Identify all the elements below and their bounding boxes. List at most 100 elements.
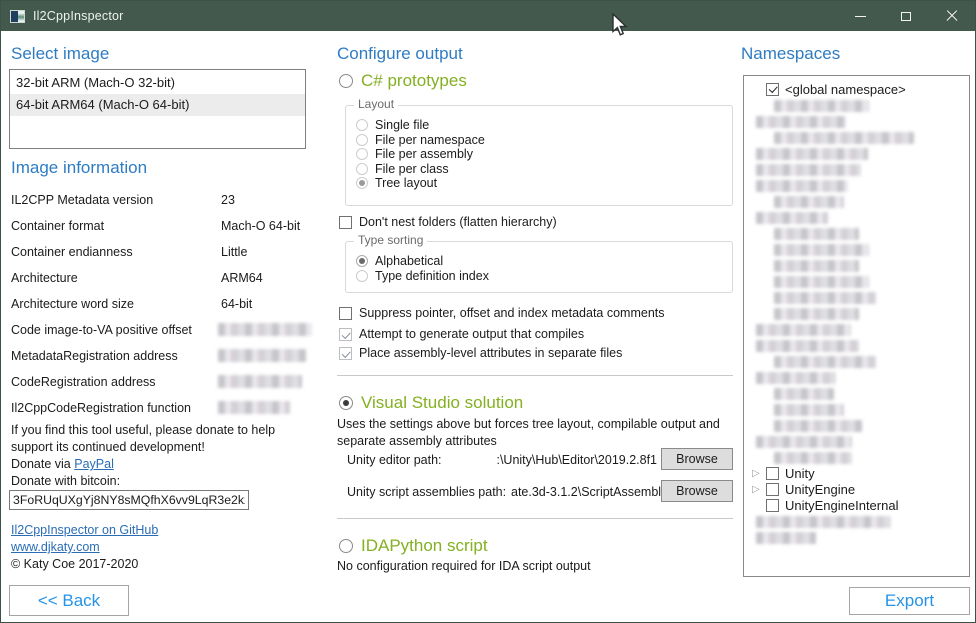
config-checkbox[interactable]: Attempt to generate output that compiles: [339, 328, 584, 341]
donate-via-label: Donate via: [11, 457, 74, 471]
redacted-namespace: [774, 260, 859, 272]
namespace-checkbox[interactable]: [766, 467, 779, 480]
radio-icon: [356, 255, 368, 267]
unity-editor-path-label: Unity editor path:: [347, 453, 442, 467]
redacted-namespace: [756, 212, 828, 224]
close-button[interactable]: [929, 1, 975, 31]
namespace-label: UnityEngine: [785, 482, 855, 497]
browse-editor-path-button[interactable]: Browse: [661, 448, 733, 470]
image-list-item[interactable]: 32-bit ARM (Mach-O 32-bit): [10, 72, 305, 94]
redacted-namespace: [756, 372, 836, 384]
app-icon: [10, 10, 25, 23]
redacted-namespace: [774, 100, 869, 112]
radio-option[interactable]: Type definition index: [356, 269, 489, 284]
namespace-checkbox[interactable]: [766, 499, 779, 512]
browse-script-path-button[interactable]: Browse: [661, 480, 733, 502]
radio-option[interactable]: Alphabetical: [356, 254, 489, 269]
radio-option[interactable]: File per namespace: [356, 133, 485, 148]
image-information-table: IL2CPP Metadata version23Container forma…: [11, 189, 311, 423]
visual-studio-solution-radio[interactable]: Visual Studio solution: [339, 393, 523, 413]
radio-option[interactable]: Single file: [356, 118, 485, 133]
type-sorting-legend: Type sorting: [354, 233, 427, 247]
namespaces-tree[interactable]: <global namespace>▷Unity▷UnityEngineUnit…: [743, 75, 970, 577]
github-link[interactable]: Il2CppInspector on GitHub: [11, 523, 158, 537]
namespace-item[interactable]: ▷ UnityEngine: [744, 481, 969, 497]
namespace-label: UnityEngineInternal: [785, 498, 898, 513]
minimize-icon: [855, 16, 866, 17]
layout-groupbox: Layout Single fileFile per namespaceFile…: [345, 105, 733, 206]
image-listbox[interactable]: 32-bit ARM (Mach-O 32-bit)64-bit ARM64 (…: [9, 69, 306, 149]
namespace-item[interactable]: <global namespace>: [744, 81, 969, 97]
expander-icon[interactable]: ▷: [752, 484, 766, 495]
minimize-button[interactable]: [837, 1, 883, 31]
namespace-checkbox[interactable]: [766, 83, 779, 96]
redacted-namespace: [756, 436, 852, 448]
radio-label: File per class: [375, 162, 449, 176]
namespace-item[interactable]: UnityEngineInternal: [744, 497, 969, 513]
info-label: Il2CppCodeRegistration function: [11, 401, 191, 415]
website-link[interactable]: www.djkaty.com: [11, 540, 100, 554]
radio-icon: [339, 539, 353, 553]
namespace-item-redacted: [744, 161, 969, 177]
bitcoin-label: Donate with bitcoin:: [11, 473, 317, 490]
radio-icon: [356, 148, 368, 160]
radio-option[interactable]: File per assembly: [356, 147, 485, 162]
redacted-namespace: [756, 116, 846, 128]
namespace-label: <global namespace>: [785, 82, 906, 97]
expander-icon[interactable]: ▷: [752, 468, 766, 479]
namespace-checkbox[interactable]: [766, 483, 779, 496]
titlebar: Il2CppInspector: [1, 1, 975, 31]
export-button[interactable]: Export: [849, 587, 970, 615]
select-image-heading: Select image: [11, 44, 109, 64]
namespace-item-redacted: [744, 209, 969, 225]
info-row: CodeRegistration address: [11, 371, 311, 397]
radio-option[interactable]: Tree layout: [356, 176, 485, 191]
info-label: CodeRegistration address: [11, 375, 156, 389]
redacted-value: [218, 323, 312, 336]
redacted-value: [218, 401, 290, 414]
dont-nest-checkbox[interactable]: Don't nest folders (flatten hierarchy): [339, 216, 557, 229]
back-button[interactable]: << Back: [9, 585, 129, 616]
namespace-item-redacted: [744, 273, 969, 289]
radio-label: File per namespace: [375, 133, 485, 147]
namespace-item-redacted: [744, 241, 969, 257]
namespace-item[interactable]: ▷Unity: [744, 465, 969, 481]
maximize-icon: [901, 12, 911, 21]
close-icon: [946, 10, 958, 22]
namespaces-heading: Namespaces: [741, 44, 840, 64]
redacted-value: [218, 349, 306, 362]
idapython-script-radio[interactable]: IDAPython script: [339, 536, 488, 556]
radio-icon: [356, 163, 368, 175]
unity-script-path-value[interactable]: ate.3d-3.1.2\ScriptAssemblies: [511, 485, 657, 499]
checkbox-label: Attempt to generate output that compiles: [359, 327, 584, 341]
info-value: Mach-O 64-bit: [221, 219, 300, 233]
redacted-namespace: [756, 532, 816, 544]
info-row: MetadataRegistration address: [11, 345, 311, 371]
info-value: ARM64: [221, 271, 263, 285]
unity-editor-path-value[interactable]: :\Unity\Hub\Editor\2019.2.8f1: [461, 453, 657, 467]
maximize-button[interactable]: [883, 1, 929, 31]
redacted-namespace: [774, 308, 859, 320]
namespace-item-redacted: [744, 385, 969, 401]
redacted-namespace: [756, 516, 891, 528]
csharp-prototypes-radio[interactable]: C# prototypes: [339, 71, 467, 91]
radio-icon: [356, 270, 368, 282]
redacted-namespace: [774, 196, 844, 208]
config-checkbox[interactable]: Place assembly-level attributes in separ…: [339, 347, 622, 360]
info-label: Container format: [11, 219, 104, 233]
info-label: IL2CPP Metadata version: [11, 193, 153, 207]
type-sorting-groupbox: Type sorting AlphabeticalType definition…: [345, 241, 733, 293]
redacted-value: [218, 375, 302, 388]
separator: [337, 375, 733, 376]
radio-option[interactable]: File per class: [356, 162, 485, 177]
bitcoin-address-field[interactable]: [9, 490, 249, 510]
config-checkbox[interactable]: Suppress pointer, offset and index metad…: [339, 307, 665, 320]
info-row: ArchitectureARM64: [11, 267, 311, 293]
paypal-link[interactable]: PayPal: [74, 457, 114, 471]
radio-icon: [356, 134, 368, 146]
namespace-item-redacted: [744, 513, 969, 529]
info-label: Code image-to-VA positive offset: [11, 323, 192, 337]
radio-label: Type definition index: [375, 269, 489, 283]
image-information-heading: Image information: [11, 158, 147, 178]
image-list-item[interactable]: 64-bit ARM64 (Mach-O 64-bit): [10, 94, 305, 116]
